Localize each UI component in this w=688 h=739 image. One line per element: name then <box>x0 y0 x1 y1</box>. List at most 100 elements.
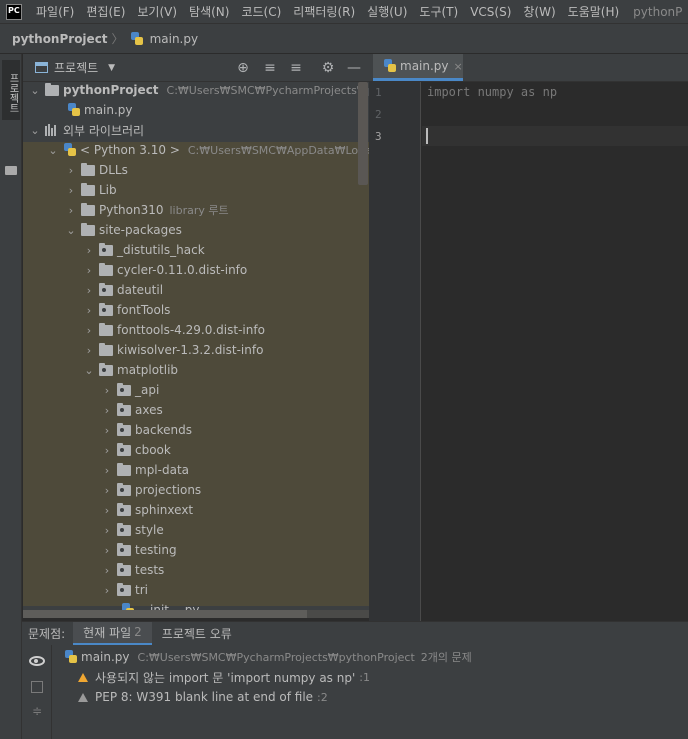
close-icon[interactable]: × <box>454 60 463 73</box>
menu-vcs[interactable]: VCS(S) <box>464 5 517 19</box>
tree-row-subpackage[interactable]: › tests <box>23 560 369 580</box>
problems-file-row[interactable]: main.py C:₩Users₩SMC₩PycharmProjects₩pyt… <box>52 648 472 666</box>
tree-row-subpackage[interactable]: › tri <box>23 580 369 600</box>
menu-refactor[interactable]: 리팩터링(R) <box>287 3 361 20</box>
project-panel-title[interactable]: 프로젝트 <box>54 59 98 76</box>
breadcrumb-project[interactable]: pythonProject <box>12 32 108 46</box>
tree-row-dlls[interactable]: › DLLs <box>23 160 369 180</box>
tree-row-lib[interactable]: › Lib <box>23 180 369 200</box>
tab-project-errors[interactable]: 프로젝트 오류 <box>152 622 242 646</box>
tree-row-matplotlib[interactable]: ⌄ matplotlib <box>23 360 369 380</box>
tree-vertical-scrollbar[interactable] <box>358 82 368 185</box>
tree-row-package[interactable]: › fontTools <box>23 300 369 320</box>
menu-edit[interactable]: 편집(E) <box>80 3 131 20</box>
chevron-right-icon[interactable]: › <box>99 564 115 577</box>
menu-run[interactable]: 실행(U) <box>361 3 413 20</box>
tree-row-python310[interactable]: › Python310 library 루트 <box>23 200 369 220</box>
tree-row-subpackage[interactable]: › mpl-data <box>23 460 369 480</box>
tree-row-package[interactable]: › fonttools-4.29.0.dist-info <box>23 320 369 340</box>
folder-icon <box>81 182 95 196</box>
tree-row-python-sdk[interactable]: ⌄ < Python 3.10 > C:₩Users₩SMC₩AppData₩L… <box>23 140 369 160</box>
menu-help[interactable]: 도움말(H) <box>562 3 626 20</box>
menu-view[interactable]: 보기(V) <box>131 3 183 20</box>
tree-row-label: pythonProject <box>63 83 159 97</box>
tree-row-path: C:₩Users₩SMC₩AppData₩Local₩Pr <box>187 143 369 157</box>
tree-row-subpackage[interactable]: › style <box>23 520 369 540</box>
tree-row-package[interactable]: › _distutils_hack <box>23 240 369 260</box>
chevron-right-icon[interactable]: › <box>99 524 115 537</box>
problems-file-name: main.py <box>81 650 130 664</box>
python-file-icon <box>383 59 397 73</box>
chevron-right-icon[interactable]: › <box>99 464 115 477</box>
chevron-down-icon[interactable]: ⌄ <box>63 224 79 237</box>
menu-file[interactable]: 파일(F) <box>30 3 80 20</box>
chevron-right-icon[interactable]: › <box>99 424 115 437</box>
chevron-right-icon[interactable]: › <box>63 184 79 197</box>
chevron-right-icon[interactable]: › <box>81 324 97 337</box>
chevron-right-icon[interactable]: › <box>99 444 115 457</box>
chevron-down-icon[interactable]: ⌄ <box>81 364 97 377</box>
editor-tab-main-py[interactable]: main.py × <box>373 54 463 81</box>
tree-row-subpackage[interactable]: › axes <box>23 400 369 420</box>
chevron-right-icon[interactable]: › <box>99 384 115 397</box>
chevron-down-icon[interactable]: ▼ <box>108 63 115 73</box>
tree-row-package[interactable]: › kiwisolver-1.3.2.dist-info <box>23 340 369 360</box>
scrollbar-thumb[interactable] <box>23 610 307 618</box>
package-folder-icon <box>117 402 131 416</box>
preview-icon[interactable] <box>31 681 43 693</box>
tree-row-subpackage[interactable]: › projections <box>23 480 369 500</box>
tree-row-project-root[interactable]: ⌄ pythonProject C:₩Users₩SMC₩PycharmProj… <box>23 82 369 100</box>
menu-code[interactable]: 코드(C) <box>235 3 287 20</box>
tree-row-subpackage[interactable]: › testing <box>23 540 369 560</box>
chevron-right-icon[interactable]: › <box>81 244 97 257</box>
chevron-right-icon[interactable]: › <box>81 264 97 277</box>
chevron-right-icon[interactable]: › <box>63 164 79 177</box>
tree-row-subpackage[interactable]: › _api <box>23 380 369 400</box>
tree-horizontal-scrollbar[interactable] <box>23 610 369 618</box>
chevron-right-icon[interactable]: › <box>99 504 115 517</box>
eye-icon[interactable] <box>29 656 45 666</box>
menu-navigate[interactable]: 탐색(N) <box>183 3 235 20</box>
breadcrumb-file[interactable]: main.py <box>150 32 199 46</box>
chevron-right-icon[interactable]: › <box>63 204 79 217</box>
tab-current-file[interactable]: 현재 파일 2 <box>73 621 152 646</box>
package-folder-icon <box>117 442 131 456</box>
tree-row-subpackage[interactable]: › sphinxext <box>23 500 369 520</box>
chevron-down-icon[interactable]: ⌄ <box>27 124 43 137</box>
expand-icon[interactable]: ≑ <box>31 705 43 717</box>
tree-row-site-packages[interactable]: ⌄ site-packages <box>23 220 369 240</box>
tree-row-package[interactable]: › dateutil <box>23 280 369 300</box>
chevron-right-icon[interactable]: › <box>81 284 97 297</box>
chevron-right-icon[interactable]: › <box>81 304 97 317</box>
problem-item[interactable]: 사용되지 않는 import 문 'import numpy as np' :1 <box>78 668 370 686</box>
weak-warning-icon <box>78 692 88 702</box>
package-folder-icon <box>117 422 131 436</box>
chevron-down-icon[interactable]: ⌄ <box>27 84 43 97</box>
chevron-down-icon[interactable]: ⌄ <box>45 144 61 157</box>
gear-icon[interactable]: ⚙ <box>319 59 337 77</box>
tree-row-label: matplotlib <box>117 363 179 377</box>
chevron-right-icon[interactable]: › <box>99 544 115 557</box>
expand-all-icon[interactable]: ≡ <box>261 59 279 77</box>
tree-row-subpackage[interactable]: › cbook <box>23 440 369 460</box>
tree-row-package[interactable]: › cycler-0.11.0.dist-info <box>23 260 369 280</box>
locate-file-icon[interactable]: ⊕ <box>234 59 252 77</box>
chevron-right-icon[interactable]: › <box>99 584 115 597</box>
tree-row-external-libs[interactable]: ⌄ 외부 라이브러리 <box>23 120 369 140</box>
chevron-right-icon[interactable]: › <box>81 344 97 357</box>
menu-tools[interactable]: 도구(T) <box>413 3 464 20</box>
collapse-all-icon[interactable]: ≡ <box>287 59 305 77</box>
code-editor[interactable]: import numpy as np <box>422 82 688 621</box>
tree-row-subpackage[interactable]: › backends <box>23 420 369 440</box>
folder-icon[interactable] <box>5 166 17 175</box>
chevron-right-icon[interactable]: › <box>99 484 115 497</box>
chevron-right-icon[interactable]: › <box>99 404 115 417</box>
tree-row-label: fontTools <box>117 303 171 317</box>
menu-window[interactable]: 창(W) <box>517 3 561 20</box>
problem-item[interactable]: PEP 8: W391 blank line at end of file :2 <box>78 688 328 706</box>
tree-row-main-py[interactable]: main.py <box>23 100 369 120</box>
menu-bar: PC 파일(F) 편집(E) 보기(V) 탐색(N) 코드(C) 리팩터링(R)… <box>0 0 688 24</box>
project-tool-tab[interactable]: 프로젝트 <box>2 60 20 120</box>
hide-panel-icon[interactable]: — <box>345 59 363 77</box>
project-panel-icon <box>35 62 48 73</box>
